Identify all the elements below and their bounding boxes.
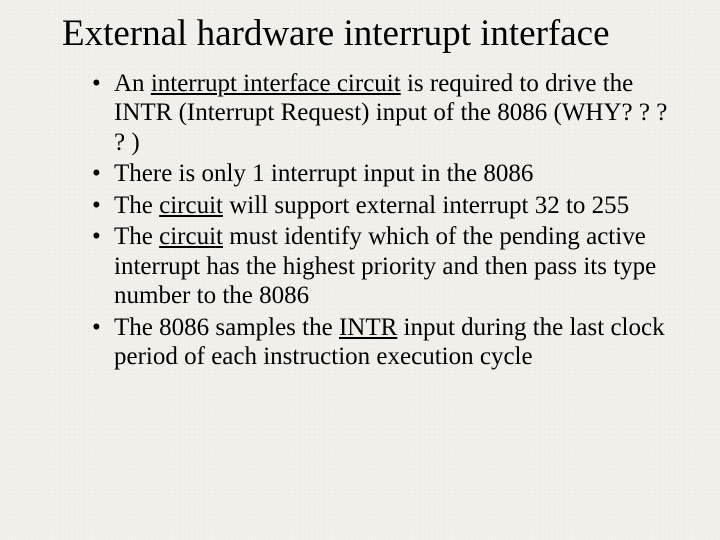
list-item: The circuit must identify which of the p… [92,222,672,311]
list-item: The 8086 samples the INTR input during t… [92,313,672,372]
bullet-text-underline: circuit [159,192,223,219]
bullet-text-post: will support external interrupt 32 to 25… [223,192,629,219]
list-item: An interrupt interface circuit is requir… [92,69,672,158]
bullet-text-underline: INTR [339,314,397,341]
bullet-text-pre: The [114,192,159,219]
bullet-text-underline: interrupt interface circuit [151,70,401,97]
bullet-list: An interrupt interface circuit is requir… [62,69,672,372]
bullet-text-underline: circuit [159,223,223,250]
bullet-text-pre: The [114,223,159,250]
bullet-text-pre: There is only 1 interrupt input in the 8… [114,160,533,187]
list-item: The circuit will support external interr… [92,191,672,221]
list-item: There is only 1 interrupt input in the 8… [92,159,672,189]
slide: External hardware interrupt interface An… [0,0,720,540]
bullet-text-pre: The 8086 samples the [114,314,339,341]
bullet-text-pre: An [114,70,151,97]
slide-title: External hardware interrupt interface [62,14,672,55]
